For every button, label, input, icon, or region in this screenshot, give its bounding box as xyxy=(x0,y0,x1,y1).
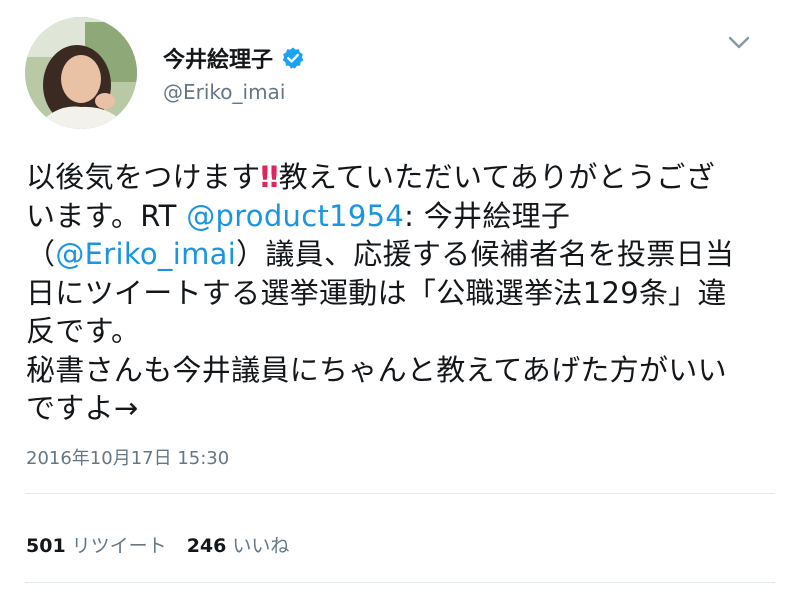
verified-badge-icon xyxy=(281,46,305,70)
mention-link-product1954[interactable]: @product1954 xyxy=(186,199,404,233)
user-display-name-row: 今井絵理子 xyxy=(163,42,305,74)
tweet-line: 反です。 xyxy=(26,314,141,348)
tweet-timestamp[interactable]: 2016年10月17日 15:30 xyxy=(26,444,229,470)
retweets-count: 501 xyxy=(26,535,66,557)
tweet-line: います。RT @product1954: 今井絵理子 xyxy=(26,197,778,236)
tweet-text-segment: （ xyxy=(26,237,56,271)
tweet-line: 秘書さんも今井議員にちゃんと教えてあげた方がいい xyxy=(26,352,727,387)
display-name[interactable]: 今井絵理子 xyxy=(163,42,273,74)
double-exclamation-icon: ‼ xyxy=(260,160,278,194)
divider xyxy=(25,493,775,494)
avatar-image xyxy=(25,17,137,129)
likes-stat[interactable]: 246 いいね xyxy=(187,531,290,558)
tweet-stats: 501 リツイート 246 いいね xyxy=(26,531,289,558)
tweet-text-segment: ）議員、応援する候補者名を投票日当 xyxy=(236,237,735,271)
tweet-text-segment: います。RT xyxy=(26,198,187,233)
likes-count: 246 xyxy=(186,535,227,557)
tweet-text-segment: 以後気をつけます xyxy=(26,160,261,194)
mention-link-eriko-imai[interactable]: @Eriko_imai xyxy=(55,237,236,271)
tweet-line: 日にツイートする選挙運動は「公職選挙法129条」違 xyxy=(26,275,727,310)
tweet-line: ですよ→ xyxy=(26,391,139,425)
tweet-text-segment: 教えていただいてありがとうござ xyxy=(278,160,715,194)
retweets-stat[interactable]: 501 リツイート xyxy=(26,531,167,558)
avatar[interactable] xyxy=(25,17,137,129)
chevron-down-icon[interactable] xyxy=(728,36,750,50)
tweet-text: 以後気をつけます‼ 教えていただいてありがとうござ います。RT @product… xyxy=(26,158,778,428)
tweet-text-segment: : 今井絵理子 xyxy=(404,198,571,233)
divider xyxy=(25,582,775,583)
tweet-line: （@Eriko_imai）議員、応援する候補者名を投票日当 xyxy=(26,235,778,274)
tweet-line: 以後気をつけます‼ 教えていただいてありがとうござ xyxy=(26,158,778,197)
retweets-label: リツイート xyxy=(71,535,167,557)
user-handle[interactable]: @Eriko_imai xyxy=(163,80,285,104)
likes-label: いいね xyxy=(232,535,290,557)
